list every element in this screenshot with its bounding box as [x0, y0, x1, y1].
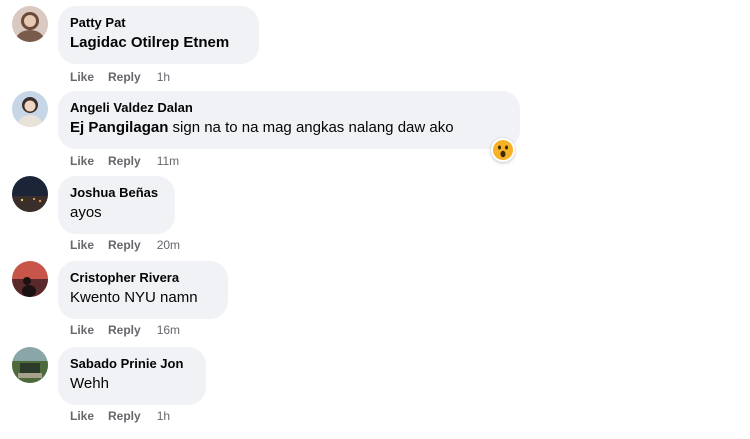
comment-text: Ej Pangilagan sign na to na mag angkas n…: [70, 117, 508, 138]
comment-bubble: Joshua Beñas ayos: [58, 176, 175, 234]
mention-link[interactable]: Ej Pangilagan: [70, 119, 168, 136]
comment-author[interactable]: Cristopher Rivera: [70, 269, 216, 286]
reply-button[interactable]: Reply: [108, 409, 141, 423]
comment-timestamp[interactable]: 1h: [157, 70, 170, 84]
wow-reaction-icon[interactable]: [491, 138, 515, 162]
comment-actions: Like Reply 20m: [70, 237, 180, 253]
comment-actions: Like Reply 11m: [70, 153, 179, 169]
comment-text: Kwento NYU namn: [70, 289, 198, 306]
comment-actions: Like Reply 1h: [70, 69, 170, 85]
comment-timestamp[interactable]: 16m: [157, 323, 180, 337]
comment-timestamp[interactable]: 1h: [157, 409, 170, 423]
like-button[interactable]: Like: [70, 154, 94, 168]
avatar[interactable]: [12, 261, 48, 297]
like-button[interactable]: Like: [70, 323, 94, 337]
comment-actions: Like Reply 1h: [70, 408, 170, 424]
comment-text: ayos: [70, 204, 102, 221]
comment-timestamp[interactable]: 11m: [157, 154, 179, 168]
like-button[interactable]: Like: [70, 238, 94, 252]
comment-bubble: Sabado Prinie Jon Wehh: [58, 347, 206, 405]
avatar[interactable]: [12, 91, 48, 127]
comment-bubble: Angeli Valdez Dalan Ej Pangilagan sign n…: [58, 91, 520, 149]
comment-text-body: sign na to na mag angkas nalang daw ako: [168, 119, 454, 136]
comment-text: Wehh: [70, 375, 109, 392]
avatar[interactable]: [12, 176, 48, 212]
comment-bubble: Patty Pat Lagidac Otilrep Etnem: [58, 6, 259, 64]
comment-author[interactable]: Angeli Valdez Dalan: [70, 99, 508, 116]
reply-button[interactable]: Reply: [108, 154, 141, 168]
reply-button[interactable]: Reply: [108, 70, 141, 84]
like-button[interactable]: Like: [70, 409, 94, 423]
reply-button[interactable]: Reply: [108, 238, 141, 252]
comment-timestamp[interactable]: 20m: [157, 238, 180, 252]
comment-author[interactable]: Sabado Prinie Jon: [70, 355, 194, 372]
avatar[interactable]: [12, 6, 48, 42]
comment-author[interactable]: Joshua Beñas: [70, 184, 163, 201]
reply-button[interactable]: Reply: [108, 323, 141, 337]
like-button[interactable]: Like: [70, 70, 94, 84]
comment-text: Lagidac Otilrep Etnem: [70, 34, 230, 51]
comment-actions: Like Reply 16m: [70, 322, 180, 338]
avatar[interactable]: [12, 347, 48, 383]
comment-bubble: Cristopher Rivera Kwento NYU namn: [58, 261, 228, 319]
comment-author[interactable]: Patty Pat: [70, 14, 247, 31]
